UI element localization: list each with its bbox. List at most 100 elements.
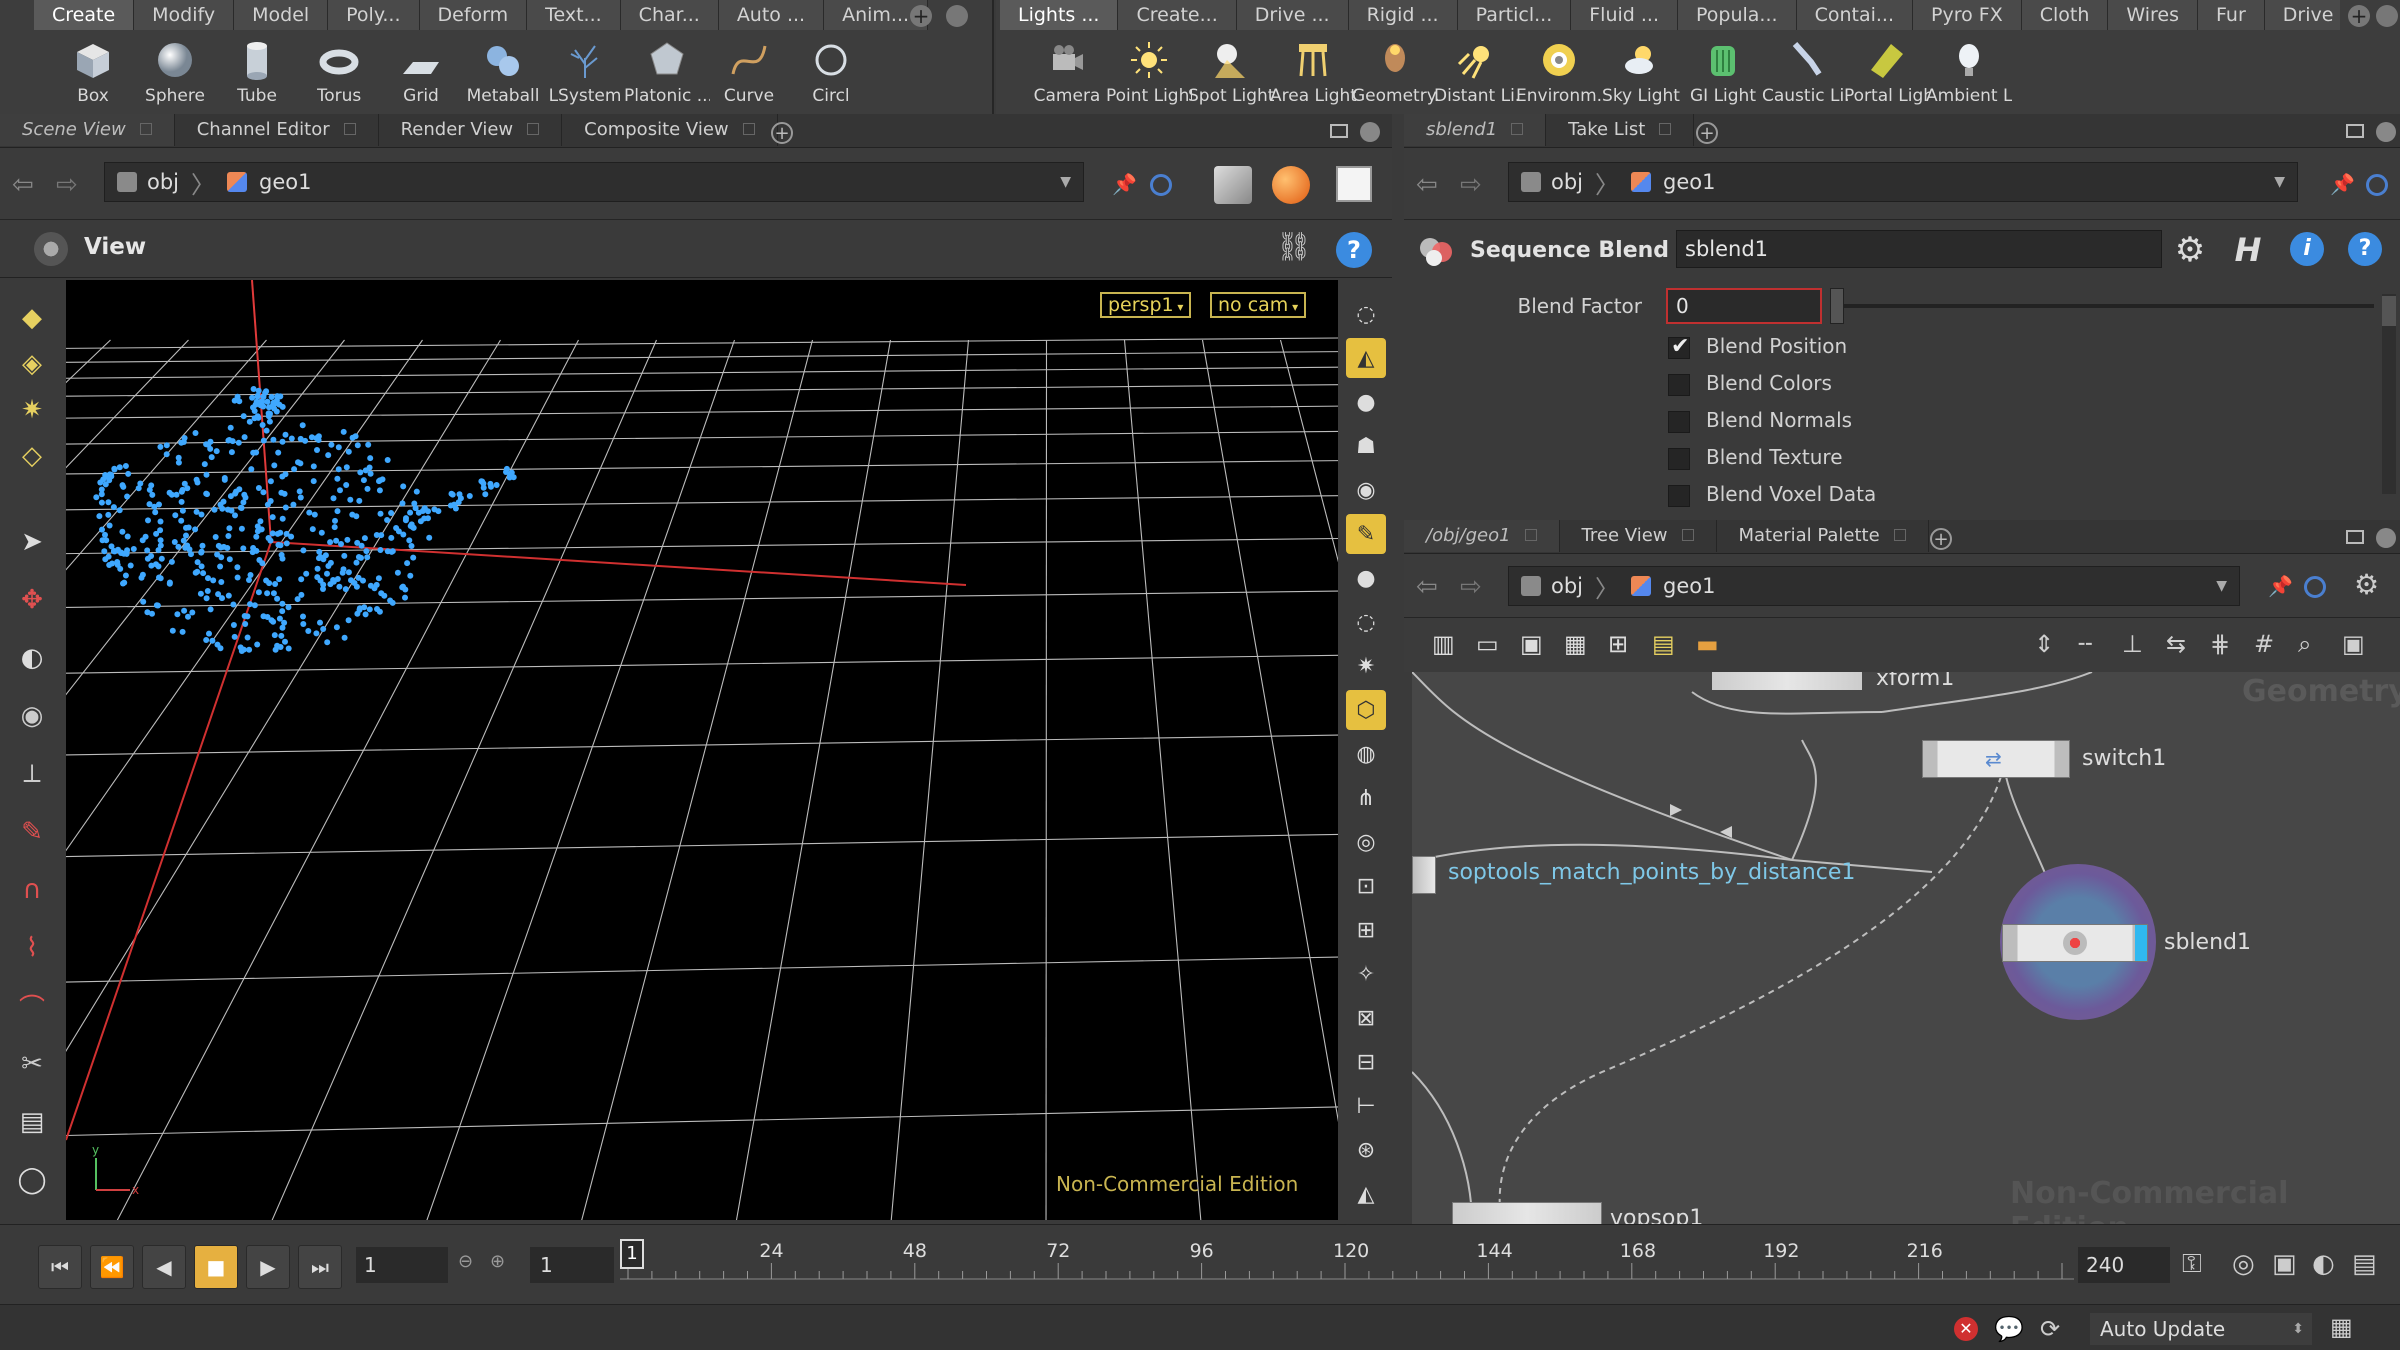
node-match-points[interactable] <box>1412 856 1436 894</box>
network-maximize-icon[interactable] <box>2346 530 2364 544</box>
shelf-tab-fur[interactable]: Fur <box>2198 0 2265 30</box>
network-tab-add-icon[interactable]: + <box>1930 528 1952 550</box>
pane-tab-render-view[interactable]: Render View <box>379 114 563 146</box>
display-toggle-icon[interactable]: ◌ <box>1346 294 1386 334</box>
tool-metaball[interactable]: Metaball <box>462 32 544 110</box>
tab-close-icon[interactable] <box>1893 529 1906 541</box>
backface-icon[interactable]: ⬡ <box>1346 690 1386 730</box>
align-icon[interactable]: ⊥ <box>2122 630 2154 662</box>
frame-stepper-icon[interactable]: ⊖ <box>458 1251 486 1279</box>
shelf-tab-char[interactable]: Char... <box>620 0 719 30</box>
tool-distant-li[interactable]: Distant Li... <box>1434 32 1520 110</box>
tool-environm[interactable]: Environm... <box>1516 32 1602 110</box>
wireframe-icon[interactable]: ✷ <box>1346 646 1386 686</box>
tab-close-icon[interactable] <box>1659 123 1672 135</box>
layout-horizontal-icon[interactable]: ⇆ <box>2166 630 2198 662</box>
pane-tab-scene-view[interactable]: Scene View <box>0 114 175 146</box>
shelf-tab-popula[interactable]: Popula... <box>1678 0 1797 30</box>
node-vopsop[interactable] <box>1452 1202 1602 1224</box>
tool-area-light[interactable]: Area Light <box>1270 32 1356 110</box>
tool-spot-light[interactable]: Spot Light <box>1188 32 1274 110</box>
thumbnail-icon[interactable]: ▣ <box>1520 630 1552 662</box>
node-info-icon[interactable]: i <box>2290 232 2324 266</box>
network-canvas[interactable]: Geometry Non-Commercial Edition xform1 ⇄… <box>1412 672 2400 1224</box>
guide-icon[interactable]: ◎ <box>1346 822 1386 862</box>
tool-curve[interactable]: Curve <box>708 32 790 110</box>
grid-toggle-icon[interactable]: # <box>2254 630 2286 662</box>
subnet-icon[interactable]: ▬ <box>1696 630 1728 662</box>
view-tool-icon[interactable]: ◆ <box>12 298 52 338</box>
node-gear-icon[interactable]: ⚙ <box>2170 230 2210 270</box>
snapshot-icon[interactable]: ◯ <box>12 1160 52 1200</box>
shelf-tab-deform[interactable]: Deform <box>419 0 528 30</box>
bend-tool-icon[interactable]: ⌒ <box>12 986 52 1026</box>
pane-tab-composite-view[interactable]: Composite View <box>562 114 778 146</box>
pane-tab-tree-view[interactable]: Tree View <box>1560 520 1717 552</box>
network-back-arrow-icon[interactable]: ⇦ <box>1416 572 1438 602</box>
shelf-tab-text[interactable]: Text... <box>527 0 621 30</box>
params-path-field[interactable]: obj 〉 geo1 ▼ <box>1508 162 2298 202</box>
template-icon[interactable]: ▤ <box>12 1102 52 1142</box>
performance-monitor-icon[interactable]: ▦ <box>2330 1313 2362 1343</box>
dense-grid-icon[interactable]: ⋕ <box>2210 630 2242 662</box>
play-icon[interactable]: ▶ <box>246 1245 290 1289</box>
sop-tool-icon[interactable]: ✎ <box>12 812 52 852</box>
blend-factor-slider-track[interactable] <box>1844 304 2374 308</box>
blend-factor-field[interactable]: 0 <box>1666 288 1822 324</box>
left-shelf-menu-icon[interactable] <box>946 5 968 27</box>
tile-mode-icon[interactable]: ▭ <box>1476 630 1508 662</box>
right-shelf-menu-icon[interactable] <box>2376 5 2398 27</box>
shelf-tab-contai[interactable]: Contai... <box>1796 0 1913 30</box>
sticky-note-icon[interactable]: ▤ <box>1652 630 1684 662</box>
selection-mask-icon[interactable]: ⊢ <box>1346 1086 1386 1126</box>
params-pin-icon[interactable]: 📌 <box>2330 172 2355 196</box>
safe-area-icon[interactable]: ✎ <box>1346 514 1386 554</box>
shelf-tab-create[interactable]: Create... <box>1118 0 1237 30</box>
tool-geometry[interactable]: Geometry... <box>1352 32 1438 110</box>
display-flag-icon[interactable] <box>2135 925 2147 961</box>
tool-portal-light[interactable]: Portal Light <box>1844 32 1930 110</box>
jump-end-icon[interactable]: ⏭ <box>298 1245 342 1289</box>
link-icon[interactable] <box>1150 174 1172 196</box>
params-maximize-icon[interactable] <box>2346 124 2364 138</box>
network-box-icon[interactable]: ⊞ <box>1608 630 1640 662</box>
viewport-3d[interactable]: persp1 ▾ no cam ▾ Non-Commercial Edition… <box>66 280 1338 1220</box>
display-options-icon[interactable] <box>1214 166 1252 204</box>
params-link-icon[interactable] <box>2366 174 2388 196</box>
tool-grid[interactable]: Grid <box>380 32 462 110</box>
realtime-icon[interactable]: ◎ <box>2232 1249 2266 1283</box>
network-path-dropdown-icon[interactable]: ▼ <box>2216 578 2227 594</box>
vertex-display-icon[interactable]: ◌ <box>1346 602 1386 642</box>
pane-tab-material-palette[interactable]: Material Palette <box>1717 520 1929 552</box>
grid-display-icon[interactable]: ⊟ <box>1346 1042 1386 1082</box>
wire-style-icon[interactable]: ╌ <box>2078 630 2110 662</box>
params-tab-add-icon[interactable]: + <box>1696 122 1718 144</box>
blend-factor-slider-handle[interactable] <box>1830 288 1844 324</box>
template-display-icon[interactable]: ⊛ <box>1346 1130 1386 1170</box>
shelf-tab-auto[interactable]: Auto ... <box>718 0 825 30</box>
right-shelf-add-icon[interactable]: + <box>2348 5 2370 27</box>
viewer-path-field[interactable]: obj 〉 geo1 ▼ <box>104 162 1084 202</box>
grid-view-icon[interactable]: ▦ <box>1564 630 1596 662</box>
uv-display-icon[interactable]: ⋔ <box>1346 778 1386 818</box>
tool-caustic-li[interactable]: Caustic Li... <box>1762 32 1848 110</box>
network-forward-arrow-icon[interactable]: ⇨ <box>1460 572 1482 602</box>
zoom-icon[interactable]: ⌕ <box>2298 630 2330 662</box>
current-frame-field[interactable]: 1 <box>356 1247 448 1283</box>
audio-icon[interactable]: ▣ <box>2272 1249 2306 1283</box>
tab-close-icon[interactable] <box>1524 529 1537 541</box>
shelf-tab-fluid[interactable]: Fluid ... <box>1571 0 1678 30</box>
ghost-icon[interactable]: ◭ <box>1346 338 1386 378</box>
pane-tab-obj-geo1[interactable]: /obj/geo1 <box>1404 520 1560 552</box>
frame-jog-icon[interactable]: ⊕ <box>490 1251 518 1279</box>
background-color-icon[interactable] <box>1336 166 1372 202</box>
tool-sky-light[interactable]: Sky Light <box>1600 32 1682 110</box>
tool-lsystem[interactable]: LSystem <box>544 32 626 110</box>
node-name-field[interactable]: sblend1 <box>1676 230 2162 268</box>
tab-close-icon[interactable] <box>1511 123 1524 135</box>
handle-tool-icon[interactable]: ⟂ <box>12 754 52 794</box>
pin-icon[interactable]: 📌 <box>1112 172 1137 196</box>
camera-view-icon[interactable]: ◉ <box>1346 470 1386 510</box>
jump-start-icon[interactable]: ⏮ <box>38 1245 82 1289</box>
node-help-icon[interactable]: ? <box>2348 232 2382 266</box>
